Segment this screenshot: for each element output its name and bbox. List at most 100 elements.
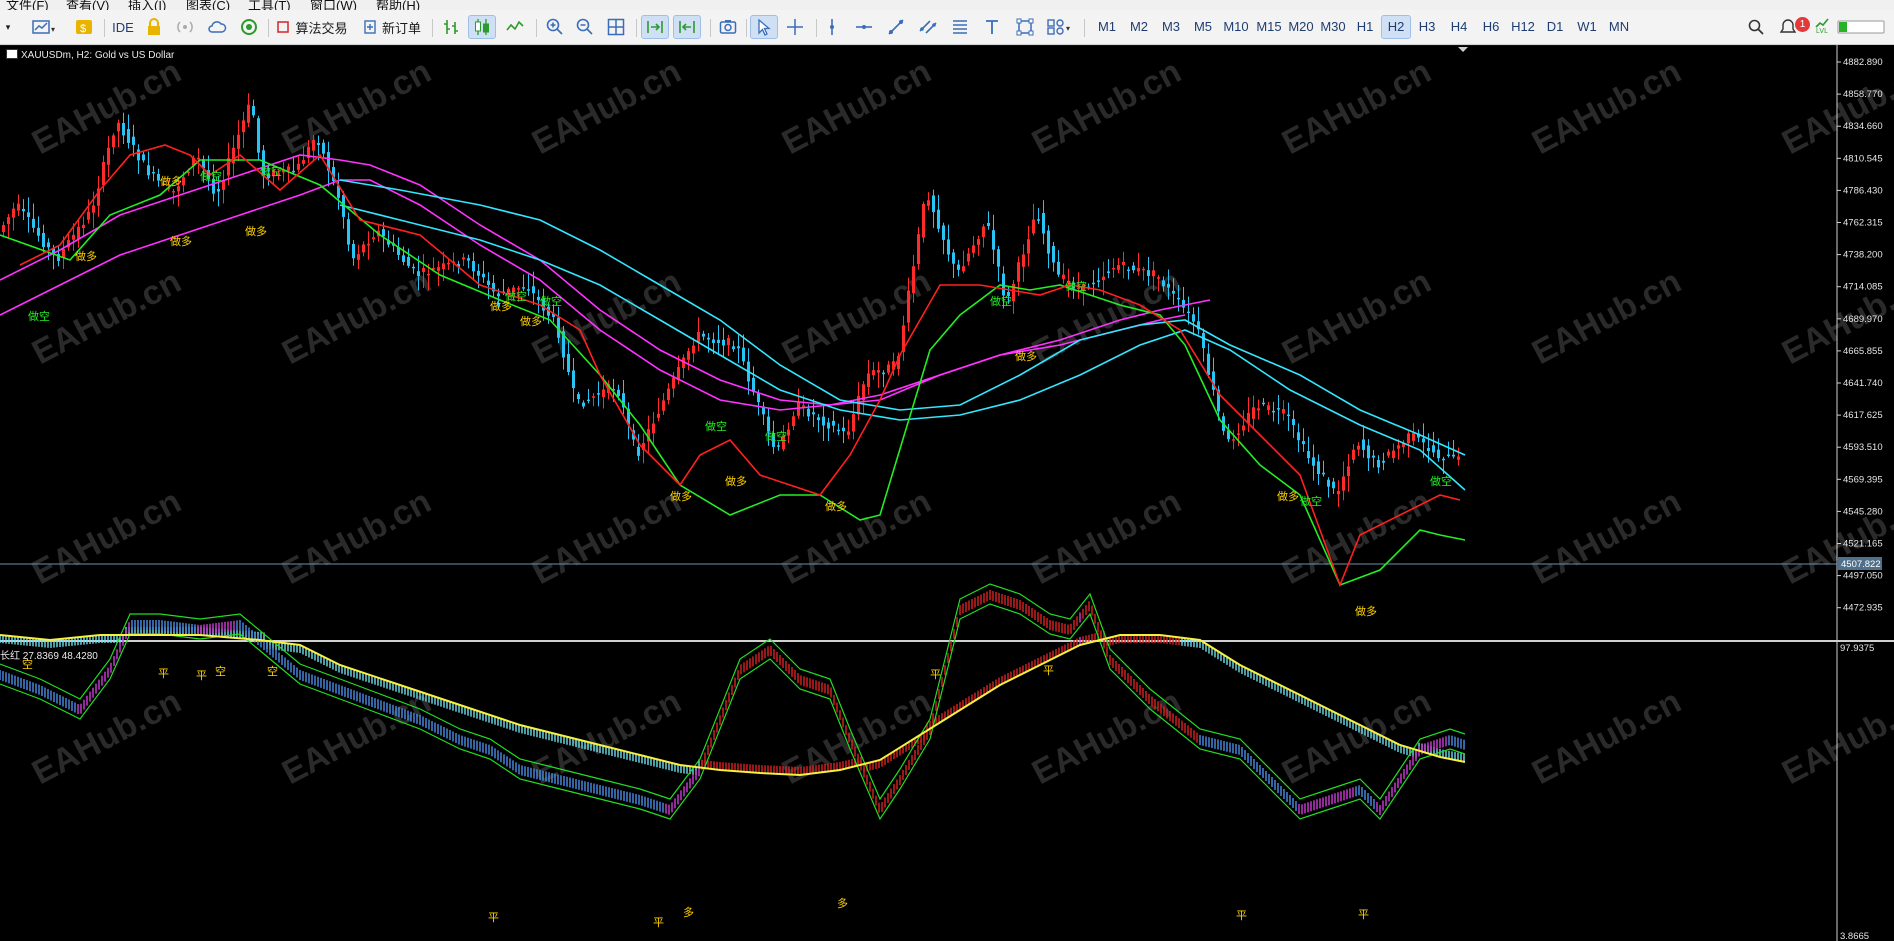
- candle-body: [1337, 491, 1340, 495]
- screenshot-icon[interactable]: [715, 15, 741, 39]
- trendline-icon[interactable]: [884, 15, 908, 39]
- bar-chart-icon[interactable]: [438, 15, 464, 39]
- watermark-text: EAHub.cn: [776, 482, 937, 592]
- horizontal-line-icon[interactable]: [852, 15, 876, 39]
- price-label: 4472.935: [1843, 603, 1883, 614]
- candle-body: [1287, 414, 1290, 417]
- cursor-icon[interactable]: [750, 15, 778, 39]
- candle-body: [477, 270, 480, 276]
- candle-body: [567, 353, 570, 372]
- candle-body: [1447, 454, 1450, 457]
- menu-charts[interactable]: 图表(C): [186, 0, 230, 10]
- tf-h2[interactable]: H2: [1381, 15, 1411, 39]
- tf-m10[interactable]: M10: [1220, 15, 1252, 39]
- candle-body: [822, 416, 825, 426]
- candle-body: [767, 416, 770, 432]
- candle-body: [592, 396, 595, 398]
- candle-body: [1177, 297, 1180, 300]
- zoom-out-icon[interactable]: [572, 15, 598, 39]
- ide-button[interactable]: IDE: [110, 15, 136, 39]
- candle-body: [947, 239, 950, 255]
- objects-menu-icon[interactable]: ▾: [1044, 15, 1076, 39]
- candle-body: [577, 394, 580, 400]
- tf-m2[interactable]: M2: [1126, 15, 1152, 39]
- tf-m30[interactable]: M30: [1317, 15, 1349, 39]
- level-icon[interactable]: LVL: [1812, 15, 1832, 39]
- search-icon[interactable]: [1744, 15, 1768, 39]
- candle-body: [707, 337, 710, 340]
- menu-view[interactable]: 查看(V): [66, 0, 109, 10]
- crosshair-icon[interactable]: [782, 15, 808, 39]
- menu-tools[interactable]: 工具(T): [248, 0, 291, 10]
- tf-m20[interactable]: M20: [1285, 15, 1317, 39]
- candle-body: [872, 370, 875, 376]
- menu-insert[interactable]: 插入(I): [128, 0, 166, 10]
- tf-h6[interactable]: H6: [1478, 15, 1504, 39]
- candle-body: [1382, 460, 1385, 463]
- tf-m3[interactable]: M3: [1158, 15, 1184, 39]
- line-chart-icon[interactable]: [502, 15, 528, 39]
- channel-icon[interactable]: [916, 15, 940, 39]
- zoom-in-icon[interactable]: [542, 15, 568, 39]
- lock-icon[interactable]: [143, 15, 165, 39]
- long-signal-label: 做多: [725, 474, 747, 488]
- price-chart[interactable]: EAHub.cn EAHub.cn EAHub.cn EAHub.cn EAHub.cn…: [0, 45, 1894, 941]
- price-label: 4858.770: [1843, 89, 1883, 100]
- short-signal-label: 做空: [1065, 279, 1087, 293]
- chart-shift-icon[interactable]: [673, 15, 701, 39]
- candle-body: [1242, 425, 1245, 431]
- tf-h1[interactable]: H1: [1352, 15, 1378, 39]
- chart-canvas[interactable]: EAHub.cn EAHub.cn EAHub.cn EAHub.cn EAHub.cn…: [0, 45, 1894, 941]
- candle-body: [82, 224, 85, 229]
- candle-body: [842, 427, 845, 432]
- chart-template-icon[interactable]: ▾: [28, 15, 58, 39]
- candle-body: [1102, 276, 1105, 281]
- candle-body: [287, 166, 290, 171]
- tf-d1[interactable]: D1: [1542, 15, 1568, 39]
- signal-icon[interactable]: [174, 15, 196, 39]
- short-signal-label: 做空: [28, 309, 50, 323]
- candle-body: [497, 293, 500, 297]
- tf-m5[interactable]: M5: [1190, 15, 1216, 39]
- tf-h4[interactable]: H4: [1446, 15, 1472, 39]
- algo-trading-button[interactable]: 算法交易: [274, 15, 350, 39]
- new-chart-dropdown[interactable]: ▾: [0, 15, 16, 39]
- vps-icon[interactable]: [238, 15, 260, 39]
- tf-m1[interactable]: M1: [1094, 15, 1120, 39]
- menu-bar: 文件(F) 查看(V) 插入(I) 图表(C) 工具(T) 窗口(W) 帮助(H…: [0, 0, 1894, 10]
- candle-body: [832, 420, 835, 426]
- fibonacci-icon[interactable]: [948, 15, 972, 39]
- auto-scroll-icon[interactable]: [641, 15, 669, 39]
- candle-body: [727, 338, 730, 346]
- shapes-icon[interactable]: [1012, 15, 1038, 39]
- menu-file[interactable]: 文件(F): [6, 0, 49, 10]
- market-watch-icon[interactable]: $: [73, 15, 95, 39]
- svg-text:▾: ▾: [1066, 24, 1070, 33]
- tf-m15[interactable]: M15: [1253, 15, 1285, 39]
- new-order-button[interactable]: 新订单: [360, 15, 424, 39]
- menu-window[interactable]: 窗口(W): [310, 0, 357, 10]
- tf-h3[interactable]: H3: [1414, 15, 1440, 39]
- cloud-icon[interactable]: [206, 15, 228, 39]
- long-signal-label: 做多: [170, 234, 192, 248]
- tile-windows-icon[interactable]: [603, 15, 629, 39]
- candle-body: [1432, 445, 1435, 453]
- candlestick-chart-icon[interactable]: [468, 15, 496, 39]
- candle-body: [937, 209, 940, 229]
- candle-body: [442, 263, 445, 270]
- menu-help[interactable]: 帮助(H): [376, 0, 420, 10]
- tf-w1[interactable]: W1: [1574, 15, 1600, 39]
- candle-body: [427, 273, 430, 276]
- tf-h12[interactable]: H12: [1507, 15, 1539, 39]
- candle-body: [1412, 433, 1415, 441]
- chart-symbol-title: XAUUSDm, H2: Gold vs US Dollar: [6, 49, 174, 61]
- candle-body: [412, 266, 415, 269]
- candle-body: [662, 400, 665, 411]
- vertical-line-icon[interactable]: [820, 15, 844, 39]
- text-tool-icon[interactable]: [980, 15, 1004, 39]
- candle-body: [312, 140, 315, 151]
- candle-body: [692, 345, 695, 354]
- candle-body: [912, 266, 915, 294]
- tf-mn[interactable]: MN: [1604, 15, 1634, 39]
- indicator-mark: 平: [158, 668, 169, 680]
